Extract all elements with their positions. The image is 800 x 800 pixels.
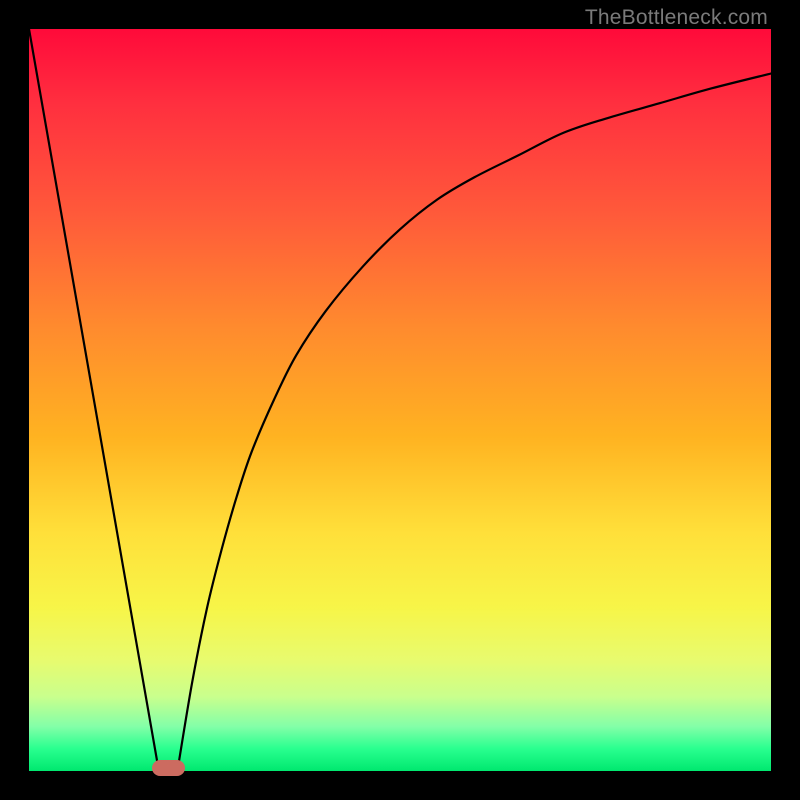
plot-area xyxy=(29,29,771,771)
curve-svg xyxy=(29,29,771,771)
chart-container: TheBottleneck.com xyxy=(0,0,800,800)
left-line xyxy=(29,29,159,771)
right-curve xyxy=(177,74,771,771)
bottleneck-marker xyxy=(152,760,185,776)
watermark-text: TheBottleneck.com xyxy=(585,6,768,30)
